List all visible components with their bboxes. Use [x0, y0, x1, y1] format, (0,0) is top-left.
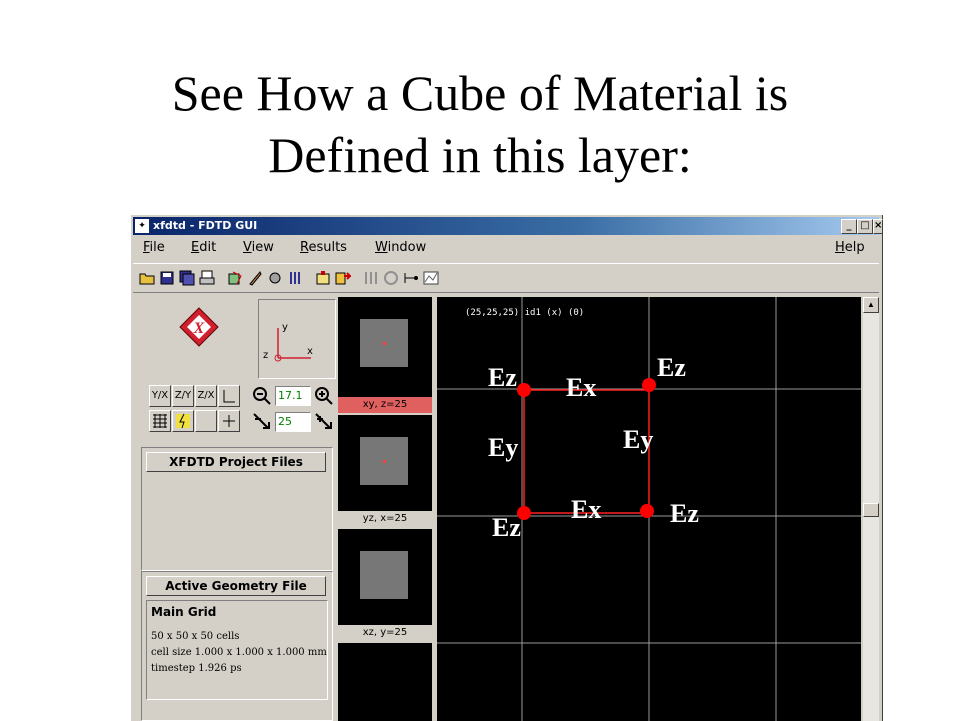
- axis-z-label: z: [263, 350, 268, 361]
- window-title: xfdtd - FDTD GUI: [153, 219, 258, 232]
- node-tl: [517, 383, 531, 397]
- close-button[interactable]: ×: [873, 219, 883, 234]
- zoom-in-icon[interactable]: [313, 385, 335, 407]
- menu-view[interactable]: View: [243, 240, 274, 255]
- plane-yx-button[interactable]: Y/X: [149, 385, 171, 407]
- save-all-icon[interactable]: [179, 270, 195, 286]
- axis-triad: y x z: [258, 299, 336, 379]
- mesh-icon[interactable]: [227, 270, 243, 286]
- run-icon[interactable]: [335, 270, 351, 286]
- thumbnail-xz-label[interactable]: xz, y=25: [338, 625, 432, 641]
- crosshair-icon: [223, 415, 235, 427]
- thumbnail-yz-label[interactable]: yz, x=25: [338, 511, 432, 527]
- probe-dot: [383, 342, 386, 345]
- geometry-header: Active Geometry File: [146, 576, 326, 596]
- grid-canvas: (25,25,25) id1 (x) (0): [437, 297, 861, 721]
- minimize-button[interactable]: _: [841, 219, 857, 234]
- open-folder-icon[interactable]: [139, 270, 155, 286]
- label-ey-left: Ey: [488, 433, 519, 462]
- grid-toggle-button[interactable]: [149, 410, 171, 432]
- app-window: ✦ xfdtd - FDTD GUI _ □ × File Edit View …: [130, 214, 883, 721]
- grid-cells: 50 x 50 x 50 cells: [151, 631, 240, 642]
- axis-x-label: x: [307, 346, 313, 357]
- left-pane: X y x z Y/X Z/Y Z/X 17.1 25 XFDTD Projec…: [133, 297, 336, 721]
- title-bar[interactable]: ✦ xfdtd - FDTD GUI _ □ ×: [133, 217, 883, 235]
- zoom-out-icon[interactable]: [251, 385, 273, 407]
- menu-window[interactable]: Window: [375, 240, 426, 255]
- label-ez-bottom-left: Ez: [492, 513, 521, 542]
- label-ez-top-left: Ez: [488, 363, 517, 392]
- maximize-button[interactable]: □: [857, 219, 873, 234]
- save-icon[interactable]: [159, 270, 175, 286]
- bolt-icon: [176, 413, 190, 429]
- label-ex-bottom: Ex: [571, 495, 602, 524]
- thumbnail-xz[interactable]: [338, 529, 432, 629]
- material-icon[interactable]: [247, 270, 263, 286]
- material-square: [360, 551, 408, 599]
- project-files-panel: XFDTD Project Files: [141, 447, 333, 571]
- coordinate-readout: (25,25,25) id1 (x) (0): [465, 308, 584, 318]
- menu-bar: File Edit View Results Window Help: [133, 237, 879, 259]
- plane-zy-button[interactable]: Z/Y: [172, 385, 194, 407]
- cell-size: cell size 1.000 x 1.000 x 1.000 mm: [151, 647, 327, 658]
- app-icon: ✦: [135, 219, 149, 233]
- logo-letter: X: [193, 320, 205, 337]
- geometry-icon[interactable]: [315, 270, 331, 286]
- plot-icon[interactable]: [423, 270, 439, 286]
- thumbnail-xy[interactable]: [338, 297, 432, 397]
- title-line-1: See How a Cube of Material is: [171, 65, 789, 121]
- node-br: [640, 504, 654, 518]
- scroll-thumb[interactable]: [863, 503, 879, 517]
- zoom-value-field[interactable]: 17.1: [275, 386, 311, 406]
- step-up-icon[interactable]: [313, 411, 335, 433]
- step-down-icon[interactable]: [251, 411, 273, 433]
- menu-file[interactable]: File: [143, 240, 165, 255]
- menu-help[interactable]: Help: [835, 240, 865, 255]
- geometry-panel: Active Geometry File Main Grid 50 x 50 x…: [141, 571, 333, 721]
- thumbnail-empty: [338, 643, 432, 721]
- label-ez-bottom-right: Ez: [670, 499, 699, 528]
- vertical-scrollbar[interactable]: ▲: [863, 297, 879, 721]
- label-ez-top-right: Ez: [657, 353, 686, 382]
- toolbar: [133, 263, 879, 293]
- label-ex-top: Ex: [566, 373, 597, 402]
- print-icon[interactable]: [199, 270, 215, 286]
- plane-zx-button[interactable]: Z/X: [195, 385, 217, 407]
- axis-y-label: y: [282, 322, 288, 333]
- main-viewport[interactable]: (25,25,25) id1 (x) (0) Ez Ez Ex Ey Ey Ex…: [437, 297, 861, 721]
- thumbnail-yz[interactable]: [338, 415, 432, 515]
- align-icon[interactable]: [383, 270, 399, 286]
- probe-icon[interactable]: [267, 270, 283, 286]
- probe-dot: [383, 460, 386, 463]
- step-value-field[interactable]: 25: [275, 412, 311, 432]
- grid-name: Main Grid: [151, 605, 217, 619]
- label-ey-right: Ey: [623, 425, 654, 454]
- axis-corner-icon: [223, 390, 235, 403]
- node-tr: [642, 378, 656, 392]
- thumbnail-xy-label[interactable]: xy, z=25: [338, 397, 432, 413]
- axis-corner-button[interactable]: [218, 385, 240, 407]
- point-tool-button[interactable]: [218, 410, 240, 432]
- highlight-button[interactable]: [172, 410, 194, 432]
- title-line-2: Defined in this layer:: [268, 127, 692, 183]
- menu-results[interactable]: Results: [300, 240, 347, 255]
- project-files-header: XFDTD Project Files: [146, 452, 326, 472]
- blank-tool-button[interactable]: [195, 410, 217, 432]
- scroll-up-arrow[interactable]: ▲: [863, 297, 879, 313]
- source-icon[interactable]: [287, 270, 303, 286]
- slide-title: See How a Cube of Material is Defined in…: [0, 62, 960, 186]
- grid-icon: [153, 414, 167, 428]
- stop-icon[interactable]: [363, 270, 379, 286]
- xfdtd-logo: X: [179, 307, 219, 347]
- timestep: timestep 1.926 ps: [151, 663, 242, 674]
- graph-icon[interactable]: [403, 270, 419, 286]
- grid-info-box: Main Grid 50 x 50 x 50 cells cell size 1…: [146, 600, 328, 700]
- menu-edit[interactable]: Edit: [191, 240, 216, 255]
- view-thumbnails: xy, z=25 yz, x=25 xz, y=25: [338, 297, 434, 721]
